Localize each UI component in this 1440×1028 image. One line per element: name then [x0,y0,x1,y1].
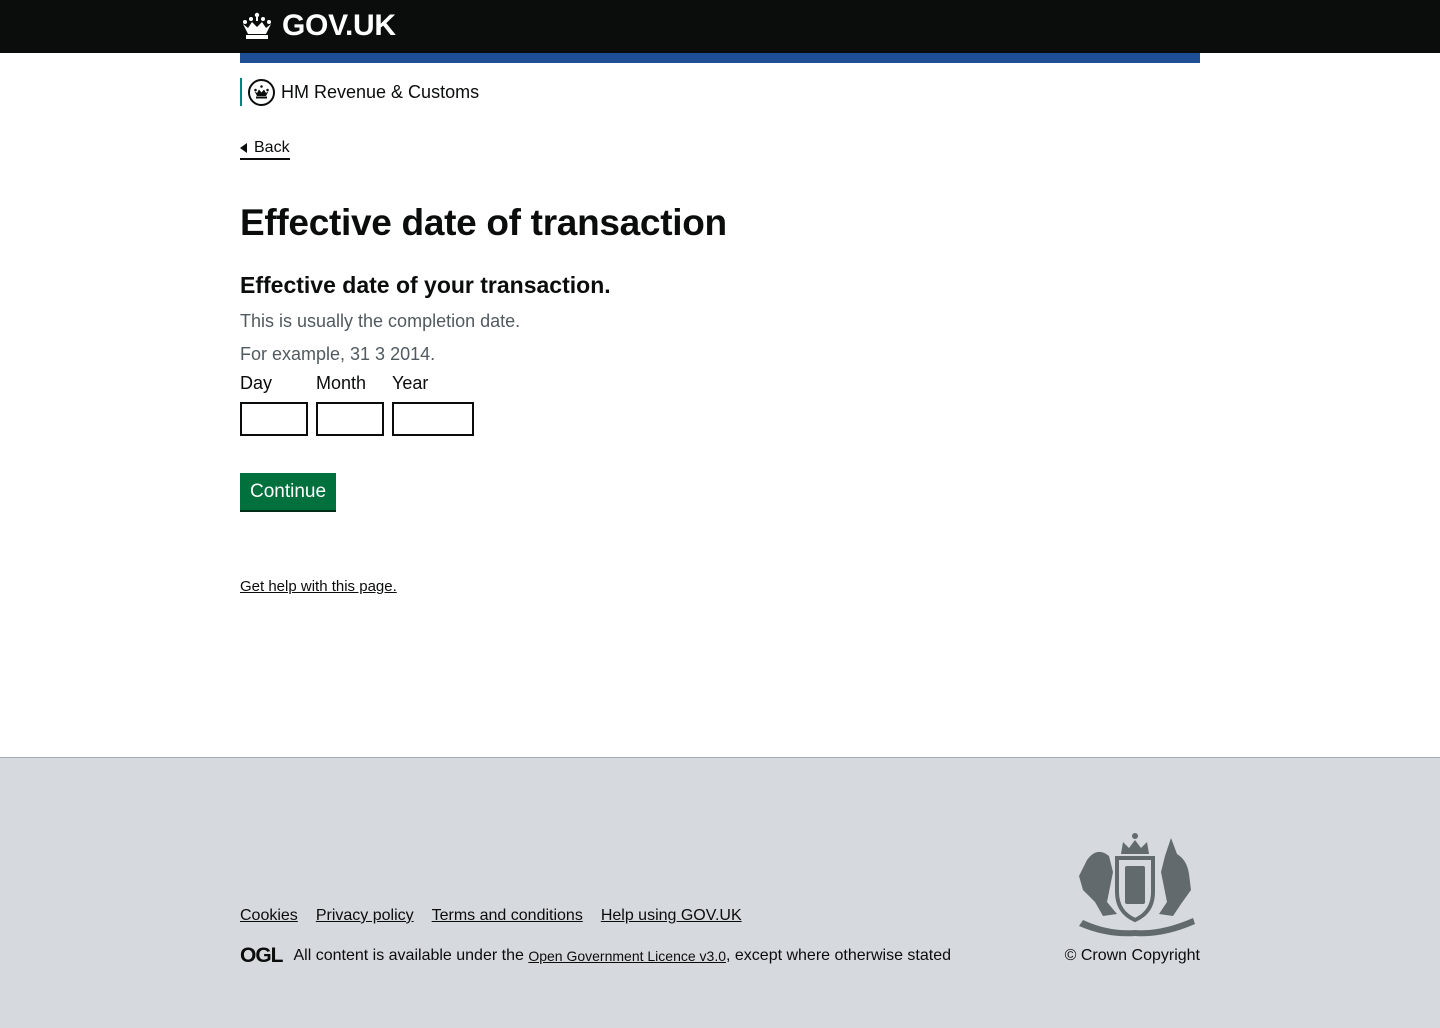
continue-button[interactable]: Continue [240,473,337,510]
footer-link-terms[interactable]: Terms and conditions [432,906,583,926]
date-day-group: Day [240,372,308,436]
question-legend: Effective date of your transaction. [240,272,611,298]
footer-links: Cookies Privacy policy Terms and conditi… [240,906,742,926]
day-input[interactable] [240,402,308,436]
licence-statement: OGL All content is available under the O… [240,944,952,967]
hmrc-crest-icon [248,78,275,106]
footer-link-cookies[interactable]: Cookies [240,906,298,926]
brand-colour-bar [240,53,1200,63]
page-title: Effective date of transaction [240,202,727,243]
govuk-logo-link[interactable]: GOV.UK [240,10,396,42]
crown-copyright: © Crown Copyright [1064,947,1200,964]
site-footer: Cookies Privacy policy Terms and conditi… [0,757,1440,1028]
back-link[interactable]: Back [240,138,290,160]
back-arrow-icon [240,142,247,153]
royal-coat-of-arms-icon [1079,833,1195,937]
govuk-logo-text: GOV.UK [282,9,396,42]
hint-text: This is usually the completion date. [240,311,521,331]
site-header: GOV.UK [0,0,1440,53]
date-month-group: Month [316,372,384,436]
footer-link-help[interactable]: Help using GOV.UK [601,906,742,926]
licence-prefix: All content is available under the [293,947,524,964]
example-hint-text: For example, 31 3 2014. [240,344,436,364]
month-input[interactable] [316,402,384,436]
crown-icon [243,12,271,39]
year-input[interactable] [392,402,474,436]
get-help-link[interactable]: Get help with this page. [240,577,397,597]
back-link-label: Back [254,139,290,156]
day-label: Day [240,373,273,393]
organisation-banner: HM Revenue & Customs [240,78,479,106]
month-label: Month [316,373,367,393]
date-year-group: Year [392,372,474,436]
organisation-name: HM Revenue & Customs [281,82,480,102]
ogl-logo-icon: OGL [240,944,283,967]
year-label: Year [392,373,429,393]
licence-suffix: , except where otherwise stated [726,947,952,964]
licence-link[interactable]: Open Government Licence v3.0 [528,946,726,966]
footer-link-privacy[interactable]: Privacy policy [316,906,414,926]
